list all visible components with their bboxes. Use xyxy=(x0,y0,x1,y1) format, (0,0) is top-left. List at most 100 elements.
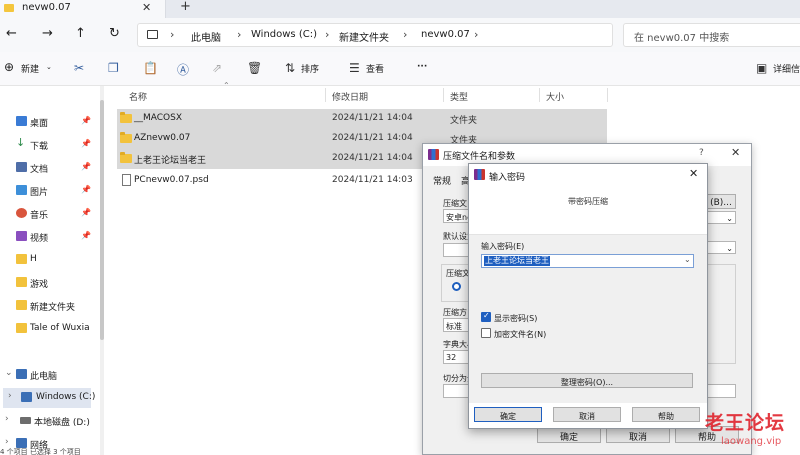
winrar-icon xyxy=(474,169,485,180)
browse-button[interactable]: (B)... xyxy=(706,194,736,209)
computer-icon xyxy=(16,369,27,379)
breadcrumb-new-folder[interactable]: 新建文件夹 xyxy=(339,29,389,44)
chevron-right-icon[interactable]: › xyxy=(8,391,12,401)
help-button[interactable]: 帮助 xyxy=(632,407,700,422)
breadcrumb-nevw[interactable]: nevw0.07 xyxy=(421,29,470,40)
sidebar-item-desktop[interactable]: 桌面 📌 xyxy=(0,112,94,132)
cut-icon[interactable]: ✂ xyxy=(74,61,84,75)
chevron-right-icon[interactable]: › xyxy=(5,437,9,447)
archive-format-group: 压缩文 xyxy=(441,264,471,302)
download-icon: ↓ xyxy=(16,136,26,149)
chevron-down-icon[interactable]: ⌄ xyxy=(5,368,13,378)
archive-name-dropdown[interactable]: ⌄ xyxy=(706,211,736,224)
view-button[interactable]: 查看 xyxy=(366,62,384,75)
sidebar-item-videos[interactable]: 视频 📌 xyxy=(0,227,94,247)
sidebar-scroll-thumb[interactable] xyxy=(100,100,104,340)
profiles-button[interactable] xyxy=(443,243,471,257)
column-divider[interactable] xyxy=(539,88,540,102)
column-divider[interactable] xyxy=(607,88,608,102)
password-label: 输入密码(E) xyxy=(481,242,525,251)
column-divider[interactable] xyxy=(325,88,326,102)
format-rar-radio[interactable] xyxy=(452,282,461,291)
close-icon[interactable]: ✕ xyxy=(731,146,740,159)
column-header-size[interactable]: 大小 xyxy=(546,90,564,103)
sidebar-item-new-folder[interactable]: 新建文件夹 xyxy=(0,296,94,316)
rename-icon[interactable]: Ⓐ xyxy=(177,61,189,78)
tab-general[interactable]: 常规 xyxy=(433,174,451,187)
sidebar-item-label: H xyxy=(30,254,37,264)
breadcrumb-this-pc[interactable]: 此电脑 xyxy=(191,29,221,44)
encrypt-filenames-label[interactable]: 加密文件名(N) xyxy=(494,329,546,340)
column-header-type[interactable]: 类型 xyxy=(450,90,468,103)
copy-icon[interactable]: ❐ xyxy=(108,61,119,75)
sidebar-item-documents[interactable]: 文档 📌 xyxy=(0,158,94,178)
sidebar-item-label: 新建文件夹 xyxy=(30,303,76,313)
refresh-icon[interactable]: ↻ xyxy=(109,26,120,41)
sidebar-item-this-pc[interactable]: ⌄ 此电脑 xyxy=(0,365,94,385)
cancel-button[interactable]: 取消 xyxy=(553,407,621,422)
sidebar-item-music[interactable]: 音乐 📌 xyxy=(0,204,94,224)
set-password-field[interactable] xyxy=(706,384,736,398)
archive-name-field[interactable]: 安卓ne xyxy=(443,209,471,223)
new-button[interactable]: 新建 xyxy=(21,62,39,75)
column-header-modified[interactable]: 修改日期 xyxy=(332,90,368,103)
watermark-logo-text: 老王论坛 xyxy=(705,412,786,434)
sidebar-item-games[interactable]: 游戏 xyxy=(0,273,94,293)
update-mode-dropdown[interactable]: ⌄ xyxy=(706,241,736,254)
pin-icon: 📌 xyxy=(81,139,91,148)
dialog-title: 压缩文件名和参数 xyxy=(443,152,516,162)
sidebar-item-tale-of-wuxia[interactable]: Tale of Wuxia xyxy=(0,319,94,339)
sidebar-item-label: Windows (C:) xyxy=(36,392,96,402)
breadcrumb-separator: › xyxy=(474,28,479,41)
plus-icon: ⊕ xyxy=(4,60,15,74)
sidebar-item-label: 游戏 xyxy=(30,280,49,290)
help-icon[interactable]: ? xyxy=(699,148,704,158)
organize-passwords-button[interactable]: 整理密码(O)... xyxy=(481,373,693,388)
file-modified: 2024/11/21 14:03 xyxy=(332,175,413,185)
encrypt-filenames-checkbox[interactable] xyxy=(481,328,491,338)
breadcrumb-separator: › xyxy=(403,28,408,41)
breadcrumb-separator: › xyxy=(325,28,330,41)
file-name: 上老王论坛当老王 xyxy=(134,156,207,166)
address-bar[interactable]: › 此电脑 › Windows (C:) › 新建文件夹 › nevw0.07 … xyxy=(137,23,613,47)
sort-icon: ⇅ xyxy=(285,61,296,75)
share-icon[interactable]: ⇗ xyxy=(212,61,222,75)
up-icon[interactable]: ↑ xyxy=(75,26,86,41)
password-input[interactable]: 上老王论坛当老王 ⌄ xyxy=(481,254,694,268)
sidebar-item-h[interactable]: H xyxy=(0,250,94,270)
paste-icon[interactable]: 📋 xyxy=(143,61,158,75)
ok-button[interactable]: 确定 xyxy=(474,407,542,422)
sidebar-item-drive-d[interactable]: › 本地磁盘 (D:) xyxy=(0,411,94,431)
sort-button[interactable]: 排序 xyxy=(301,62,319,75)
back-icon[interactable]: ← xyxy=(6,26,17,41)
column-divider[interactable] xyxy=(443,88,444,102)
split-volumes-field[interactable] xyxy=(443,384,471,398)
archive-format-label: 压缩文 xyxy=(446,269,470,278)
watermark: 老王论坛 laowang.vip xyxy=(705,408,800,455)
folder-icon xyxy=(4,4,14,12)
chevron-right-icon[interactable]: › xyxy=(5,414,9,424)
forward-icon[interactable]: → xyxy=(42,26,53,41)
tab-nevw[interactable]: nevw0.07 ✕ xyxy=(0,0,166,18)
column-header-name[interactable]: 名称 xyxy=(129,90,147,103)
table-row[interactable]: __MACOSX 2024/11/21 14:04 文件夹 xyxy=(117,109,607,129)
show-password-checkbox[interactable] xyxy=(481,311,491,322)
status-bar: 4 个项目 已选择 3 个项目 xyxy=(0,448,81,455)
close-icon[interactable]: ✕ xyxy=(689,167,698,180)
drive-icon xyxy=(20,417,31,424)
delete-icon[interactable]: 🗑 xyxy=(247,61,262,75)
dictionary-size-dropdown[interactable]: 32 xyxy=(443,350,471,364)
sidebar-item-downloads[interactable]: ↓ 下载 📌 xyxy=(0,135,94,155)
details-button[interactable]: 详细信 xyxy=(773,62,800,75)
breadcrumb-drive-c[interactable]: Windows (C:) xyxy=(251,29,317,40)
new-tab-icon[interactable]: + xyxy=(180,0,191,14)
password-value: 上老王论坛当老王 xyxy=(484,256,550,266)
more-options-button[interactable]: ··· xyxy=(417,62,427,72)
compression-method-dropdown[interactable]: 标准 xyxy=(443,318,471,332)
sidebar-item-pictures[interactable]: 图片 📌 xyxy=(0,181,94,201)
tab-close-icon[interactable]: ✕ xyxy=(142,1,151,14)
search-box[interactable]: 在 nevw0.07 中搜索 xyxy=(623,23,800,47)
show-password-label[interactable]: 显示密码(S) xyxy=(494,313,537,324)
chevron-down-icon[interactable]: ⌄ xyxy=(684,255,691,264)
sidebar-item-drive-c[interactable]: › Windows (C:) xyxy=(3,388,95,408)
